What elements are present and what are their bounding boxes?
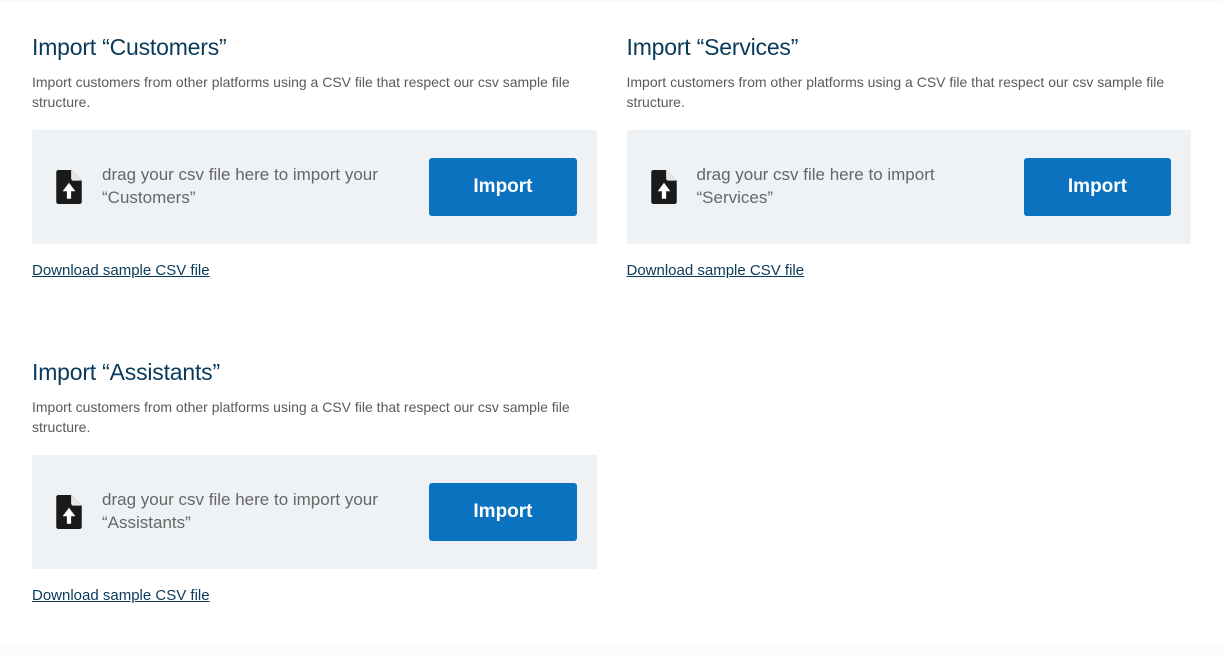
card-description: Import customers from other platforms us…: [32, 73, 592, 112]
download-sample-link[interactable]: Download sample CSV file: [627, 262, 805, 279]
download-sample-link[interactable]: Download sample CSV file: [32, 262, 210, 279]
card-description: Import customers from other platforms us…: [627, 73, 1187, 112]
dropzone-content: drag your csv file here to import “Servi…: [651, 164, 1008, 210]
import-page: Import “Customers” Import customers from…: [0, 2, 1223, 644]
file-upload-icon: [56, 495, 82, 529]
dropzone-content: drag your csv file here to import your “…: [56, 164, 413, 210]
dropzone-text: drag your csv file here to import your “…: [102, 489, 392, 535]
card-title: Import “Services”: [627, 34, 1192, 61]
import-card-customers: Import “Customers” Import customers from…: [32, 34, 597, 279]
import-button[interactable]: Import: [1024, 158, 1171, 216]
dropzone-content: drag your csv file here to import your “…: [56, 489, 413, 535]
file-upload-icon: [651, 170, 677, 204]
import-card-services: Import “Services” Import customers from …: [627, 34, 1192, 279]
csv-dropzone[interactable]: drag your csv file here to import your “…: [32, 455, 597, 569]
csv-dropzone[interactable]: drag your csv file here to import your “…: [32, 130, 597, 244]
dropzone-text: drag your csv file here to import your “…: [102, 164, 392, 210]
card-title: Import “Assistants”: [32, 359, 597, 386]
import-button[interactable]: Import: [429, 158, 576, 216]
dropzone-text: drag your csv file here to import “Servi…: [697, 164, 987, 210]
card-title: Import “Customers”: [32, 34, 597, 61]
csv-dropzone[interactable]: drag your csv file here to import “Servi…: [627, 130, 1192, 244]
download-sample-link[interactable]: Download sample CSV file: [32, 587, 210, 604]
import-button[interactable]: Import: [429, 483, 576, 541]
import-card-assistants: Import “Assistants” Import customers fro…: [32, 359, 597, 604]
file-upload-icon: [56, 170, 82, 204]
card-description: Import customers from other platforms us…: [32, 398, 592, 437]
